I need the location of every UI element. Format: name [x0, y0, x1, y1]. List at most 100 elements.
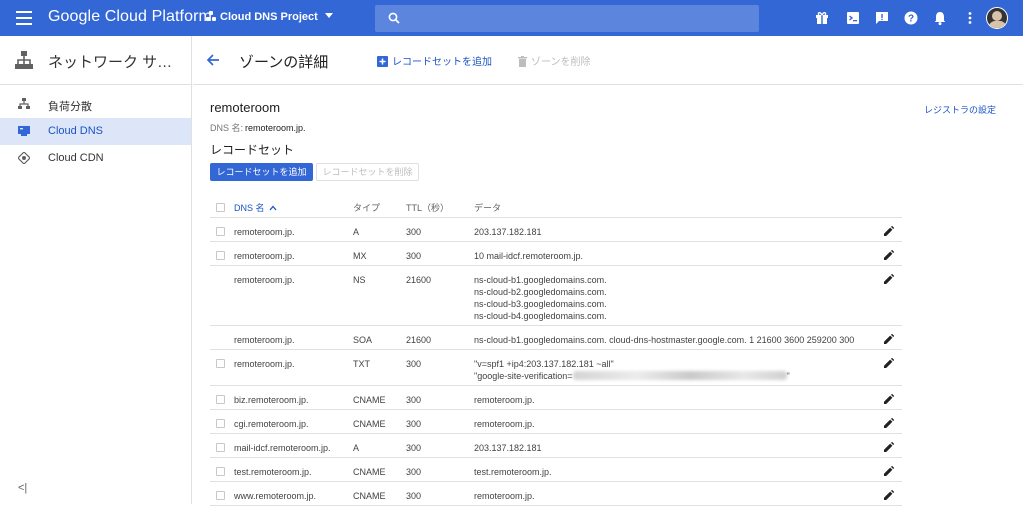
table-row: remoteroom.jp. NS 21600 ns-cloud-b1.googled… — [210, 266, 902, 326]
sort-ascending-icon — [269, 205, 277, 211]
collapse-sidebar-icon[interactable]: <| — [18, 482, 27, 494]
column-header-label: DNS 名 — [234, 203, 265, 213]
row-data: ns-cloud-b1.googledomains.com. ns-cloud-b… — [474, 274, 607, 322]
row-data: remoteroom.jp. — [474, 418, 535, 430]
back-arrow-icon[interactable] — [206, 53, 220, 67]
row-dns-name: mail-idcf.remoteroom.jp. — [234, 443, 331, 453]
row-type: A — [353, 227, 360, 237]
row-data-line: ns-cloud-b2.googledomains.com. — [474, 287, 607, 297]
row-data-line: 203.137.182.181 — [474, 443, 542, 453]
row-checkbox[interactable] — [216, 491, 225, 500]
brand-title[interactable]: Google Cloud Platform — [48, 8, 212, 26]
column-header-type: タイプ — [353, 203, 381, 213]
row-data-line: ns-cloud-b1.googledomains.com. — [474, 275, 607, 285]
sidebar-item-cloud-cdn[interactable]: Cloud CDN — [0, 145, 191, 172]
search-icon — [388, 12, 400, 24]
sidebar-item-cloud-dns[interactable]: Cloud DNS — [0, 118, 191, 145]
main-menu-icon[interactable] — [16, 11, 32, 25]
row-data-line: remoteroom.jp. — [474, 395, 535, 405]
avatar[interactable] — [986, 7, 1008, 29]
row-data: remoteroom.jp. — [474, 394, 535, 406]
row-checkbox[interactable] — [216, 251, 225, 260]
row-dns-name: cgi.remoteroom.jp. — [234, 419, 309, 429]
table-body: remoteroom.jp. A 300 203.137.182.181 remoter… — [210, 218, 902, 506]
dns-name-value: remoteroom.jp. — [245, 123, 306, 133]
select-all-checkbox[interactable] — [216, 203, 225, 212]
edit-pencil-icon[interactable] — [884, 442, 894, 452]
row-ttl: 300 — [406, 395, 422, 405]
edit-pencil-icon[interactable] — [884, 490, 894, 500]
row-ttl: 21600 — [406, 275, 432, 285]
help-icon[interactable]: ? — [903, 10, 919, 26]
table-row: cgi.remoteroom.jp. CNAME 300 remoteroom.jp. — [210, 410, 902, 434]
row-dns-name: remoteroom.jp. — [234, 335, 295, 345]
table-row: remoteroom.jp. A 300 203.137.182.181 — [210, 218, 902, 242]
row-dns-name: www.remoteroom.jp. — [234, 491, 317, 501]
table-header: DNS 名 タイプ TTL（秒） データ — [210, 197, 902, 218]
dns-name-label: DNS 名: — [210, 123, 244, 133]
registrar-settings-link[interactable]: レジストラの設定 — [924, 103, 996, 116]
sidebar-title: ネットワーク サ… — [48, 54, 173, 71]
row-data: remoteroom.jp. — [474, 490, 535, 502]
more-vert-icon[interactable] — [962, 10, 978, 26]
gift-icon[interactable] — [814, 10, 830, 26]
edit-pencil-icon[interactable] — [884, 274, 894, 284]
add-recordset-header-button[interactable]: レコードセットを追加 — [377, 53, 492, 68]
row-dns-name: remoteroom.jp. — [234, 359, 295, 369]
dns-name-line: DNS 名: remoteroom.jp. — [210, 121, 306, 134]
row-checkbox[interactable] — [216, 443, 225, 452]
sidebar-item-label: Cloud DNS — [48, 125, 104, 137]
sidebar-item-load-balancing[interactable]: 負荷分散 — [0, 91, 191, 118]
row-dns-name: remoteroom.jp. — [234, 227, 295, 237]
table-row: remoteroom.jp. MX 300 10 mail-idcf.remotero… — [210, 242, 902, 266]
project-icon — [206, 11, 217, 21]
edit-pencil-icon[interactable] — [884, 466, 894, 476]
sidebar-header: ネットワーク サ… — [0, 36, 191, 85]
row-dns-name: biz.remoteroom.jp. — [234, 395, 309, 405]
row-type: SOA — [353, 335, 373, 345]
row-data: test.remoteroom.jp. — [474, 466, 552, 478]
add-recordset-button[interactable]: レコードセットを追加 — [210, 163, 313, 181]
row-checkbox[interactable] — [216, 467, 225, 476]
table-row: remoteroom.jp. TXT 300 "v=spf1 +ip4:203.137… — [210, 350, 902, 386]
table-row: remoteroom.jp. SOA 21600 ns-cloud-b1.google… — [210, 326, 902, 350]
row-ttl: 300 — [406, 227, 422, 237]
page-title: ゾーンの詳細 — [239, 54, 329, 71]
table-row: mail-idcf.remoteroom.jp. A 300 203.137.182.… — [210, 434, 902, 458]
edit-pencil-icon[interactable] — [884, 226, 894, 236]
row-checkbox[interactable] — [216, 227, 225, 236]
row-checkbox[interactable] — [216, 419, 225, 428]
search-box[interactable] — [375, 5, 759, 32]
search-input[interactable] — [411, 9, 741, 28]
svg-text:?: ? — [908, 14, 914, 25]
row-dns-name: remoteroom.jp. — [234, 251, 295, 261]
row-type: TXT — [353, 359, 370, 369]
feedback-icon[interactable] — [874, 10, 890, 26]
notifications-icon[interactable] — [932, 10, 948, 26]
trash-icon — [518, 56, 527, 67]
row-data-line: "google-site-verification= — [474, 371, 573, 381]
project-selector[interactable]: Cloud DNS Project — [206, 11, 333, 23]
terminal-icon[interactable] — [845, 10, 861, 26]
edit-pencil-icon[interactable] — [884, 250, 894, 260]
row-data-quote: " — [786, 371, 790, 381]
redacted-value — [572, 371, 787, 380]
row-ttl: 300 — [406, 491, 422, 501]
add-box-icon — [377, 56, 388, 67]
edit-pencil-icon[interactable] — [884, 418, 894, 428]
page-header: ゾーンの詳細 レコードセットを追加 ゾーンを削除 — [193, 36, 1023, 85]
edit-pencil-icon[interactable] — [884, 358, 894, 368]
edit-pencil-icon[interactable] — [884, 394, 894, 404]
row-data-line: remoteroom.jp. — [474, 491, 535, 501]
row-checkbox[interactable] — [216, 359, 225, 368]
row-data: ns-cloud-b1.googledomains.com. cloud-dns… — [474, 334, 854, 346]
row-ttl: 300 — [406, 467, 422, 477]
column-header-dns-name[interactable]: DNS 名 — [234, 202, 277, 214]
table-row: biz.remoteroom.jp. CNAME 300 remoteroom.jp. — [210, 386, 902, 410]
table-row: test.remoteroom.jp. CNAME 300 test.remotero… — [210, 458, 902, 482]
project-name: Cloud DNS Project — [220, 11, 318, 23]
row-data: 10 mail-idcf.remoteroom.jp. — [474, 250, 583, 262]
row-data-line: "v=spf1 +ip4:203.137.182.181 ~all" — [474, 359, 614, 369]
row-checkbox[interactable] — [216, 395, 225, 404]
edit-pencil-icon[interactable] — [884, 334, 894, 344]
